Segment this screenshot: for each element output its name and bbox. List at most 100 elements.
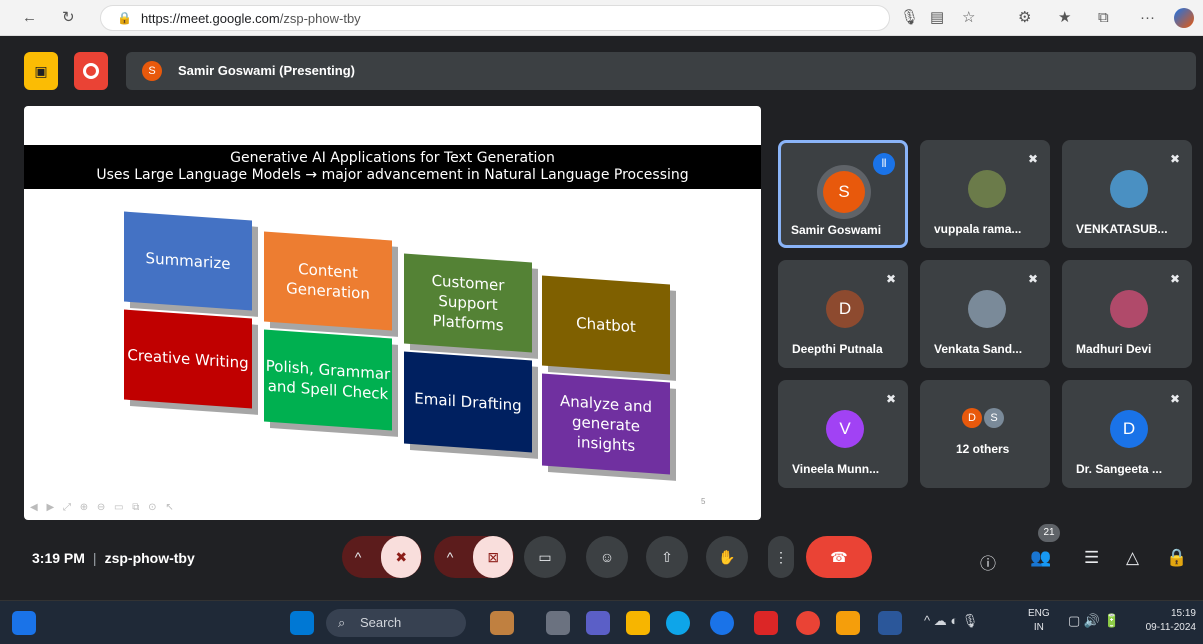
present-button[interactable]: ⇧ [646, 536, 688, 578]
participant-tile[interactable]: ✖ VENKATASUB... [1062, 140, 1192, 248]
slide-controls[interactable]: ◀ ▶ ⤢ ⊕ ⊖ ▭ ⧉ ⊙ ↖ [30, 502, 177, 513]
url-text: https://meet.google.com/zsp-phow-tby [141, 11, 361, 26]
participant-tile[interactable]: ✖ Madhuri Devi [1062, 260, 1192, 368]
participant-tile[interactable]: ⦀ S Samir Goswami [778, 140, 908, 248]
participant-name: Samir Goswami [791, 223, 882, 237]
avatar: D [1110, 410, 1148, 448]
app-icon[interactable] [754, 611, 778, 635]
participant-name: Vineela Munn... [792, 462, 880, 476]
language-indicator[interactable]: ENG IN [1028, 607, 1050, 635]
mic-off-icon: ✖ [1169, 152, 1180, 166]
mic-off-icon: ✖ [885, 392, 896, 406]
reader-icon[interactable]: ▤ [930, 8, 944, 28]
avatar [968, 170, 1006, 208]
participant-name: vuppala rama... [934, 222, 1022, 236]
emoji-icon: ☺ [599, 549, 615, 565]
address-bar[interactable]: 🔒 https://meet.google.com/zsp-phow-tby [100, 5, 890, 31]
extensions-icon[interactable]: ⚙ [1018, 8, 1031, 28]
clock-date: 09-11-2024 [1145, 622, 1196, 633]
box-customer-support: Customer Support Platforms [404, 253, 532, 353]
host-controls-icon[interactable]: 🔒 [1166, 548, 1187, 568]
presenter-label: Samir Goswami (Presenting) [178, 63, 355, 78]
leave-call-button[interactable]: ☎ [806, 536, 872, 578]
participant-name: Madhuri Devi [1076, 342, 1152, 356]
people-icon[interactable]: 👥 [1030, 548, 1051, 568]
file-explorer-icon[interactable] [626, 611, 650, 635]
mic-off-icon: ✖ [1169, 272, 1180, 286]
avatar [1110, 290, 1148, 328]
slide-header: Generative AI Applications for Text Gene… [24, 145, 761, 189]
box-analyze-insights: Analyze and generate insights [542, 373, 670, 475]
box-email-drafting: Email Drafting [404, 351, 532, 453]
widgets-icon[interactable] [12, 611, 36, 635]
start-icon[interactable] [290, 611, 314, 635]
participant-tile[interactable]: ✖ V Vineela Munn... [778, 380, 908, 488]
region-label: IN [1033, 622, 1044, 633]
slide-title: Generative AI Applications for Text Gene… [230, 150, 555, 166]
emoji-button[interactable]: ☺ [586, 536, 628, 578]
copilot-icon[interactable] [1174, 8, 1194, 28]
captions-icon: ▭ [538, 548, 552, 565]
more-options-button[interactable]: ⋮ [768, 536, 794, 578]
activities-icon[interactable]: △ [1126, 548, 1139, 568]
avatar: D [962, 408, 982, 428]
avatar: S [823, 171, 865, 213]
audio-options-button[interactable]: ^ ✖ [342, 536, 422, 578]
participant-name: VENKATASUB... [1076, 222, 1168, 236]
teams-icon[interactable] [586, 611, 610, 635]
video-options-button[interactable]: ^ ⊠ [434, 536, 514, 578]
captions-button[interactable]: ▭ [524, 536, 566, 578]
windows-taskbar: ⌕ Search ^ ☁ ◐ 🎙 ENG IN ▢ 🔊 🔋 15:19 09-11-2… [0, 600, 1203, 644]
info-icon[interactable]: ⓘ [980, 550, 996, 574]
meet-window: ▣ S Samir Goswami (Presenting) Generativ… [8, 40, 1203, 596]
participant-tile[interactable]: ✖ D Deepthi Putnala [778, 260, 908, 368]
participant-tile[interactable]: ✖ vuppala rama... [920, 140, 1050, 248]
recording-indicator-icon[interactable]: ▣ [24, 52, 58, 90]
lang-label: ENG [1028, 608, 1050, 619]
chat-icon[interactable]: ☰ [1084, 548, 1099, 568]
mic-off-icon[interactable]: ✖ [381, 536, 422, 578]
app-icon[interactable] [836, 611, 860, 635]
edge-icon[interactable] [666, 611, 690, 635]
widget-image-icon[interactable] [490, 611, 514, 635]
box-chatbot: Chatbot [542, 275, 670, 375]
participant-tile[interactable]: ✖ Venkata Sand... [920, 260, 1050, 368]
app-icon[interactable] [710, 611, 734, 635]
avatar [968, 290, 1006, 328]
others-count: 12 others [956, 442, 1010, 456]
mic-off-icon: ✖ [1027, 272, 1038, 286]
more-vert-icon: ⋮ [774, 548, 788, 565]
lock-icon: 🔒 [117, 11, 132, 25]
meeting-info: 3:19 PM | zsp-phow-tby [32, 550, 195, 566]
search-box[interactable]: ⌕ Search [326, 609, 466, 637]
tray-icons[interactable]: ^ ☁ ◐ 🎙 [924, 613, 978, 629]
mic-off-icon: ✖ [1027, 152, 1038, 166]
phone-hangup-icon: ☎ [830, 548, 848, 565]
record-icon[interactable] [74, 52, 108, 90]
back-icon[interactable]: ← [22, 8, 37, 28]
favorite-icon[interactable]: ☆ [962, 8, 975, 28]
mic-permission-icon[interactable]: 🎙 [900, 8, 919, 28]
box-summarize: Summarize [124, 211, 252, 311]
system-tray-icons[interactable]: ▢ 🔊 🔋 [1068, 613, 1120, 629]
mic-off-icon: ✖ [885, 272, 896, 286]
meeting-time: 3:19 PM [32, 550, 85, 566]
collections-icon[interactable]: ⧉ [1098, 8, 1109, 28]
speaking-icon: ⦀ [873, 153, 895, 175]
raise-hand-button[interactable]: ✋ [706, 536, 748, 578]
avatar: V [826, 410, 864, 448]
word-icon[interactable] [878, 611, 902, 635]
more-icon[interactable]: ··· [1140, 8, 1155, 28]
presenting-bar: S Samir Goswami (Presenting) [126, 52, 1196, 90]
hand-icon: ✋ [718, 548, 736, 565]
favorites-icon[interactable]: ★ [1058, 8, 1071, 28]
task-view-icon[interactable] [546, 611, 570, 635]
meeting-code: zsp-phow-tby [104, 550, 195, 566]
reload-icon[interactable]: ↻ [62, 8, 75, 28]
divider: | [92, 550, 97, 566]
participant-tile[interactable]: ✖ D Dr. Sangeeta ... [1062, 380, 1192, 488]
camera-off-icon[interactable]: ⊠ [473, 536, 514, 578]
clock[interactable]: 15:19 09-11-2024 [1136, 607, 1196, 635]
others-tile[interactable]: D S 12 others [920, 380, 1050, 488]
chrome-icon[interactable] [796, 611, 820, 635]
